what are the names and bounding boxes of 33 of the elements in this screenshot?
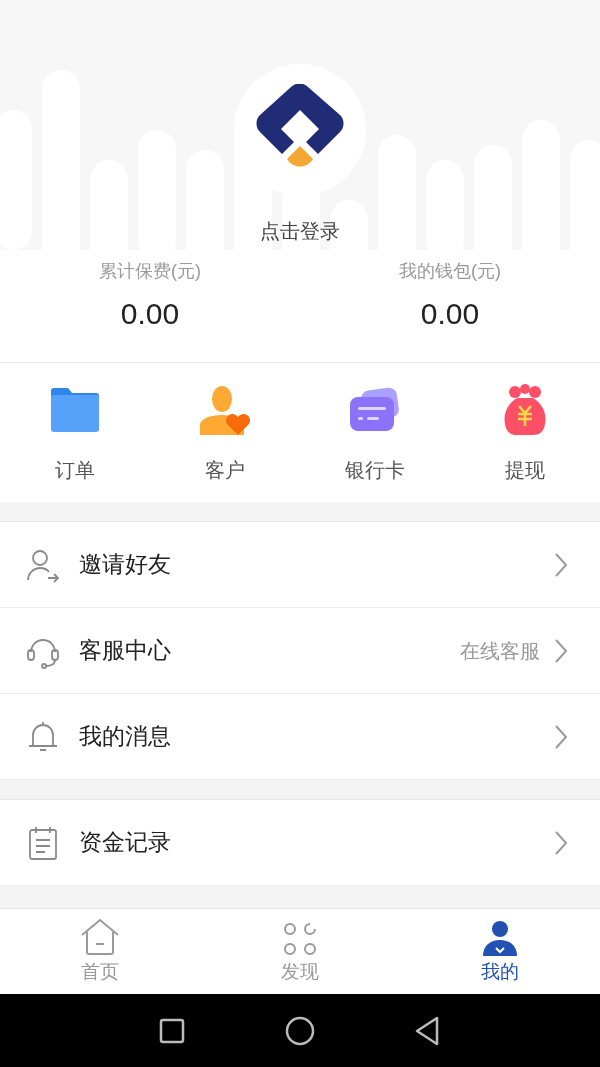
recents-icon[interactable]	[159, 1017, 185, 1044]
login-link[interactable]: 点击登录	[260, 216, 340, 246]
chevron-right-icon	[554, 723, 568, 750]
back-icon[interactable]	[415, 1015, 441, 1046]
menu-row[interactable]: 邀请好友	[0, 522, 600, 608]
card-icon	[348, 387, 402, 433]
stat-label: 我的钱包(元)	[399, 260, 501, 283]
user-icon	[482, 919, 518, 956]
home-button-icon[interactable]	[285, 1015, 315, 1046]
chevron-right-icon	[554, 551, 568, 578]
money-bag-icon	[503, 384, 547, 436]
chevron-right-icon	[554, 637, 568, 664]
menu-detail: 在线客服	[460, 638, 540, 664]
shortcut-button[interactable]: 银行卡	[300, 363, 450, 502]
menu-row[interactable]: 我的消息	[0, 694, 600, 780]
menu-label: 资金记录	[79, 828, 172, 858]
menu-label: 客服中心	[79, 636, 172, 666]
menu-label: 邀请好友	[79, 550, 172, 580]
home-icon	[80, 917, 120, 956]
shortcut-button[interactable]: 客户	[150, 363, 300, 502]
menu-row[interactable]: 客服中心 在线客服	[0, 608, 600, 694]
shortcut-button[interactable]: 订单	[0, 363, 150, 502]
menu-row[interactable]: 资金记录	[0, 800, 600, 886]
stat-value: 0.00	[120, 296, 180, 332]
folder-icon	[49, 387, 101, 433]
person-heart-icon	[198, 385, 252, 435]
apps-icon	[283, 921, 317, 956]
shortcut-button[interactable]: 提现	[450, 363, 600, 502]
tab[interactable]: 我的	[400, 909, 600, 994]
menu-label: 我的消息	[79, 722, 172, 752]
chevron-right-icon	[554, 829, 568, 856]
stat-value: 0.00	[420, 296, 480, 332]
stat-label: 累计保费(元)	[99, 260, 201, 283]
